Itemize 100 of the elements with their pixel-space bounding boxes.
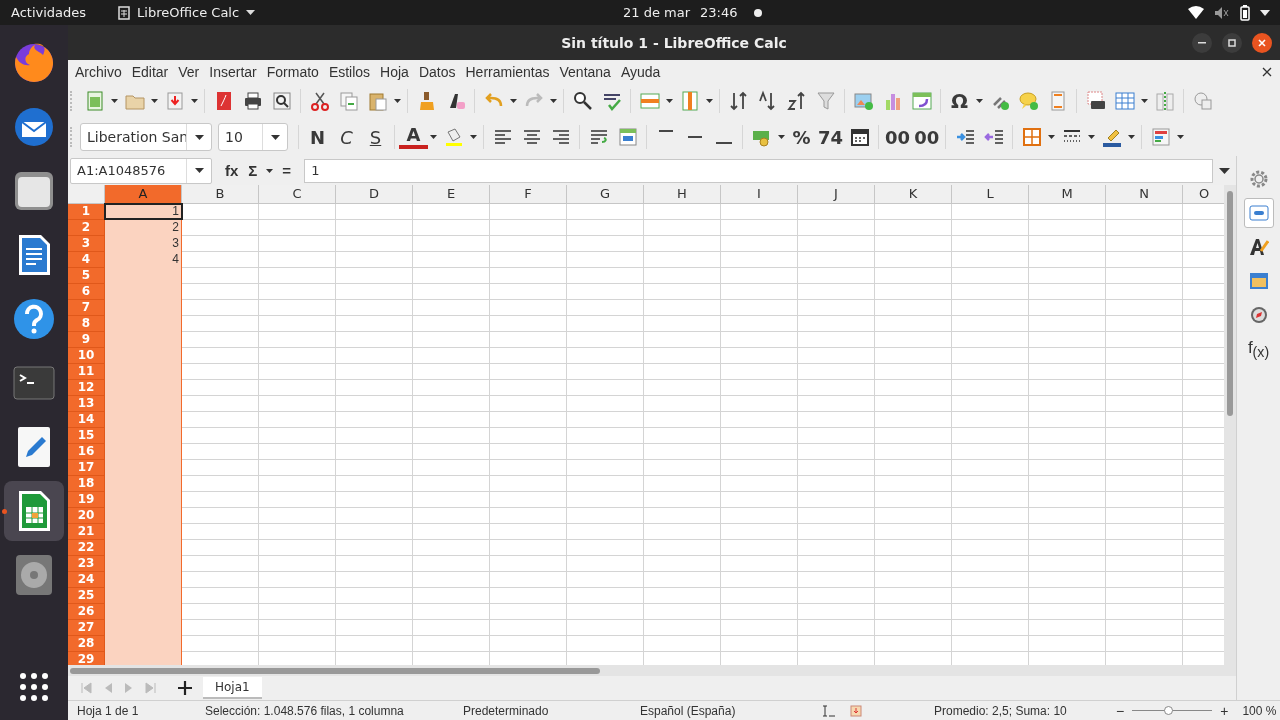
language[interactable]: Español (España) bbox=[640, 703, 822, 718]
caret-icon bbox=[266, 168, 274, 173]
column-header[interactable]: I bbox=[721, 185, 798, 204]
mail-icon[interactable] bbox=[12, 105, 56, 149]
cell-grid[interactable]: 1 2 3 4 bbox=[105, 204, 1224, 665]
time-text: 23:46 bbox=[700, 5, 738, 20]
menu-item[interactable]: Ver bbox=[178, 64, 207, 80]
column-header[interactable]: L bbox=[952, 185, 1029, 204]
table-cell[interactable]: 4 bbox=[105, 252, 182, 267]
special-character-button[interactable]: Ω bbox=[945, 87, 974, 115]
caret-icon bbox=[666, 99, 673, 103]
column-header[interactable]: K bbox=[875, 185, 952, 204]
underline-button[interactable]: S bbox=[361, 123, 390, 151]
browser-icon[interactable] bbox=[12, 41, 56, 85]
notification-dot-icon bbox=[753, 8, 762, 17]
name-box[interactable]: A1:A1048576 bbox=[70, 157, 212, 184]
wifi-icon[interactable] bbox=[1188, 6, 1204, 19]
number-format-button[interactable]: 74 bbox=[816, 123, 846, 151]
add-sheet-icon[interactable] bbox=[178, 681, 192, 695]
functions-button[interactable]: f$_{(x)}$ bbox=[1243, 334, 1274, 364]
document-modified-icon[interactable] bbox=[850, 704, 862, 717]
formula-input[interactable]: 1 bbox=[304, 158, 1213, 183]
insert-mode-icon[interactable] bbox=[822, 704, 836, 717]
column-header[interactable]: N bbox=[1106, 185, 1183, 204]
zoom-percent[interactable]: 100 % bbox=[1242, 703, 1277, 718]
selection-stats: Promedio: 2,5; Suma: 10 bbox=[934, 703, 1068, 718]
pivot-table-icon bbox=[910, 90, 933, 112]
app-grid-icon[interactable] bbox=[19, 672, 49, 702]
column-header[interactable]: E bbox=[413, 185, 490, 204]
table-cell[interactable]: 3 bbox=[105, 236, 182, 251]
menu-item[interactable]: Datos bbox=[418, 64, 463, 80]
caret-icon bbox=[246, 10, 256, 15]
caret-icon bbox=[191, 99, 198, 103]
speech-bubble-icon bbox=[1017, 90, 1040, 112]
column-header[interactable]: M bbox=[1029, 185, 1106, 204]
function-wizard-button[interactable]: fx bbox=[222, 162, 242, 179]
spreadsheet-icon bbox=[118, 5, 131, 20]
colored-bars-icon bbox=[1149, 126, 1172, 148]
delete-decimal-place-button[interactable]: 00 bbox=[912, 123, 942, 151]
scrollbar-thumb[interactable] bbox=[70, 668, 600, 674]
font-color-button[interactable]: A bbox=[399, 125, 428, 149]
caret-icon[interactable] bbox=[1260, 9, 1270, 16]
sum-button[interactable]: Σ bbox=[245, 162, 261, 179]
add-decimal-place-button[interactable]: 00 bbox=[883, 123, 913, 151]
folder-icon[interactable] bbox=[12, 169, 56, 213]
menu-item[interactable]: Herramientas bbox=[465, 64, 557, 80]
scrollbar-thumb[interactable] bbox=[1227, 191, 1233, 416]
app-menu[interactable]: LibreOffice Calc bbox=[118, 5, 256, 20]
menu-item[interactable]: Ventana bbox=[559, 64, 618, 80]
battery-icon[interactable] bbox=[1240, 4, 1250, 21]
menu-item[interactable]: Hoja bbox=[380, 64, 416, 80]
menu-item[interactable]: Insertar bbox=[209, 64, 264, 80]
zoom-in-button[interactable]: + bbox=[1216, 702, 1233, 719]
close-icon bbox=[1258, 38, 1266, 47]
caret-icon bbox=[194, 168, 204, 173]
clock[interactable]: 21 de mar 23:46 bbox=[623, 5, 762, 20]
column-header[interactable]: J bbox=[798, 185, 875, 204]
table-cell[interactable]: 1 bbox=[105, 204, 182, 219]
caret-icon bbox=[194, 134, 204, 140]
caret-icon bbox=[270, 134, 280, 140]
font-size-field[interactable]: 10 bbox=[218, 123, 288, 151]
column-header[interactable]: G bbox=[567, 185, 644, 204]
formula-button[interactable]: = bbox=[279, 162, 295, 179]
close-document-icon[interactable] bbox=[1262, 67, 1272, 77]
page-style[interactable]: Predeterminado bbox=[463, 703, 640, 718]
caret-icon bbox=[430, 135, 437, 139]
close-button[interactable] bbox=[1252, 32, 1272, 53]
sheet-tab[interactable]: Hoja1 bbox=[203, 677, 262, 699]
printer-range-icon bbox=[1084, 90, 1107, 112]
caret-icon bbox=[1048, 135, 1056, 139]
menu-item[interactable]: Archivo bbox=[75, 64, 129, 80]
menu-item[interactable]: Ayuda bbox=[620, 64, 668, 80]
compass-icon bbox=[1248, 305, 1269, 325]
clipboard-icon bbox=[366, 90, 389, 112]
menu-item[interactable]: Editar bbox=[131, 64, 176, 80]
menu-item[interactable]: Estilos bbox=[328, 64, 378, 80]
restore-button[interactable] bbox=[1222, 32, 1242, 53]
help-icon[interactable] bbox=[12, 297, 56, 341]
column-header[interactable]: C bbox=[259, 185, 336, 204]
italic-button[interactable]: C bbox=[332, 123, 361, 151]
volume-icon[interactable] bbox=[1214, 5, 1230, 20]
column-header[interactable]: O bbox=[1183, 185, 1224, 204]
properties-button[interactable] bbox=[1243, 198, 1274, 228]
minimize-button[interactable] bbox=[1192, 32, 1212, 53]
caret-icon bbox=[510, 99, 517, 103]
zoom-out-button[interactable]: − bbox=[1112, 702, 1129, 719]
magnifier-page-icon bbox=[270, 90, 293, 112]
caret-icon bbox=[111, 99, 118, 103]
column-header[interactable]: F bbox=[490, 185, 567, 204]
split-columns-icon bbox=[1153, 90, 1176, 112]
menu-item[interactable]: Formato bbox=[266, 64, 326, 80]
column-header[interactable]: B bbox=[182, 185, 259, 204]
table-cell[interactable]: 2 bbox=[105, 220, 182, 235]
column-header[interactable]: H bbox=[644, 185, 721, 204]
percent-format-button[interactable]: % bbox=[787, 123, 816, 151]
column-header[interactable]: D bbox=[336, 185, 413, 204]
activities-button[interactable]: Actividades bbox=[0, 5, 99, 20]
merge-cells-icon bbox=[616, 126, 639, 148]
bold-button[interactable]: N bbox=[303, 123, 332, 151]
gear-icon bbox=[1248, 169, 1269, 189]
